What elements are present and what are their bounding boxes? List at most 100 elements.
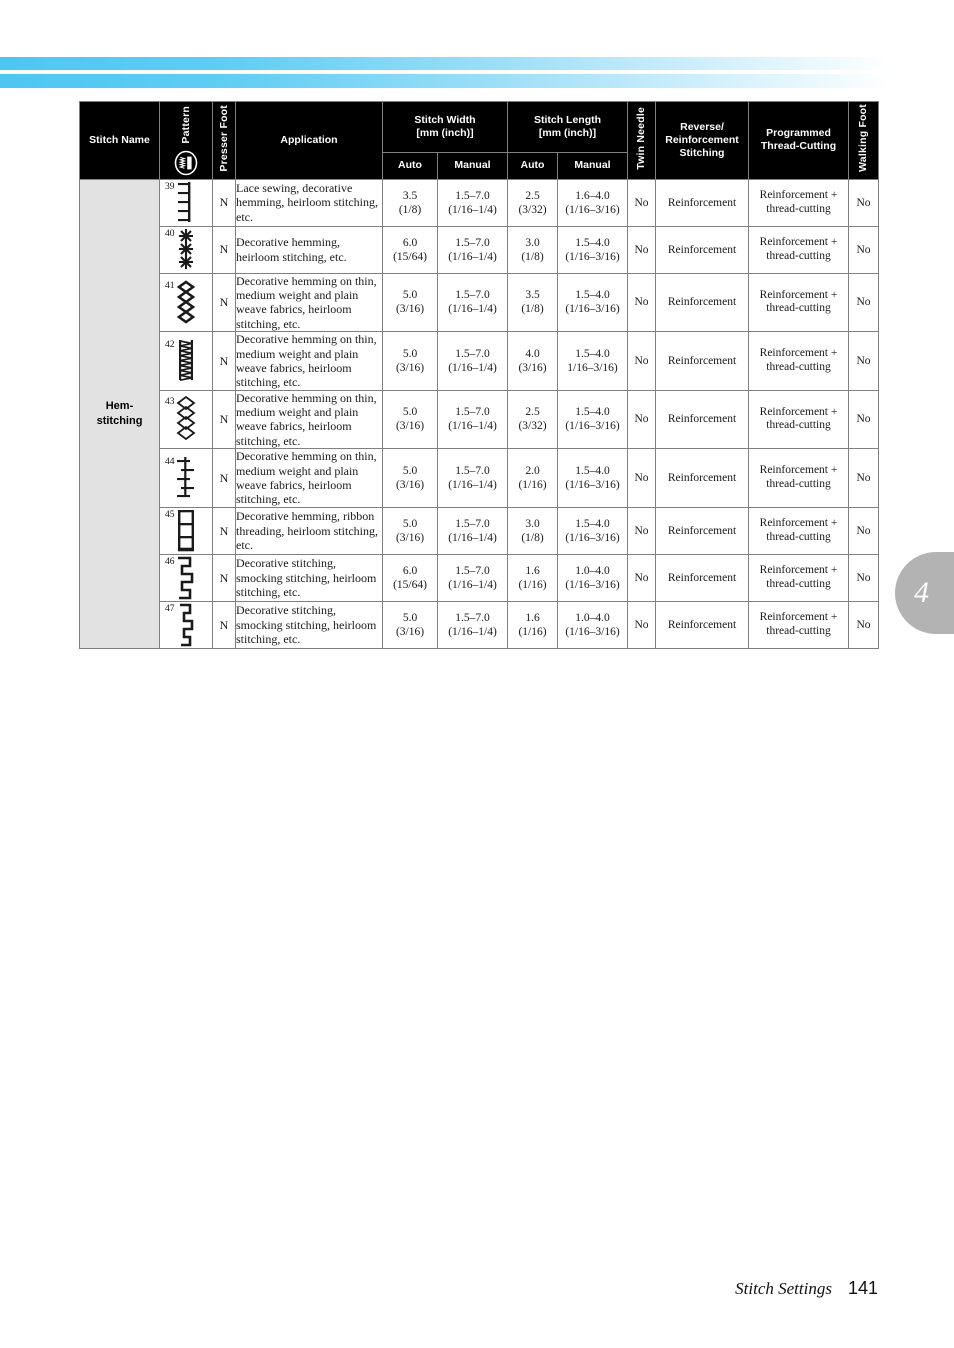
stitch-width-auto: 5.0 (3/16) [382, 448, 438, 508]
narrow-step-stitch-icon [175, 602, 197, 648]
twin-needle-value: No [627, 178, 657, 227]
stitch-group-name: Hem-stitching [79, 178, 160, 649]
col-header-width-manual: Manual [437, 152, 508, 180]
col-header-reverse-reinforcement: Reverse/ Reinforcement Stitching [655, 101, 750, 180]
stitch-width-manual: 1.5–7.0 (1/16–1/4) [437, 389, 508, 450]
length-auto-inch: (3/16) [518, 361, 547, 374]
length-manual-mm: 1.0–4.0 [575, 611, 610, 624]
programmed-line1: Reinforcement + [759, 188, 838, 201]
application-text: Decorative hemming, heirloom stitching, … [235, 225, 383, 274]
reverse-reinforcement-value: Reinforcement [655, 506, 750, 555]
length-auto-mm: 2.5 [525, 406, 540, 419]
table-row: 44 N Decorative hemming on thin, medium we… [80, 448, 880, 508]
col-header-stitch-length: Stitch Length [mm (inch)] [506, 100, 629, 154]
programmed-line2: thread-cutting [766, 624, 831, 637]
col-header-pattern-label: Pattern [179, 106, 192, 144]
presser-foot-value: N [212, 389, 236, 450]
stitch-group-name-line2: stitching [96, 414, 143, 427]
stitch-width-manual: 1.5–7.0 (1/16–1/4) [437, 178, 508, 227]
col-header-width-auto: Auto [382, 152, 438, 180]
length-manual-inch: (1/16–3/16) [565, 303, 620, 316]
twin-needle-value: No [627, 225, 657, 274]
application-text: Decorative stitching, smocking stitching… [235, 553, 383, 602]
width-manual-inch: (1/16–1/4) [448, 479, 497, 492]
ladder-stitch-icon [174, 508, 198, 554]
length-auto-inch: (3/32) [518, 420, 547, 433]
pattern-number: 45 [165, 509, 175, 520]
presser-foot-value: N [212, 225, 236, 274]
application-text: Decorative hemming on thin, medium weigh… [235, 331, 383, 391]
length-auto-mm: 3.5 [525, 289, 540, 302]
width-manual-mm: 1.5–7.0 [455, 564, 490, 577]
stitch-selector-icon [174, 150, 198, 175]
programmed-thread-cutting-value: Reinforcement + thread-cutting [748, 225, 850, 274]
stitch-length-manual: 1.5–4.0 (1/16–3/16) [556, 225, 629, 274]
stitch-width-auto: 5.0 (3/16) [382, 331, 438, 391]
cross-rung-stitch-icon [173, 455, 199, 501]
length-manual-inch: (1/16–3/16) [565, 578, 620, 591]
length-manual-mm: 1.5–4.0 [575, 289, 610, 302]
programmed-line2: thread-cutting [766, 360, 831, 373]
header-band-top-stripe [0, 57, 890, 70]
pattern-number: 44 [165, 457, 175, 468]
stitch-length-manual: 1.0–4.0 (1/16–3/16) [556, 600, 629, 649]
stitch-length-manual: 1.6–4.0 (1/16–3/16) [556, 178, 629, 227]
dense-zigzag-ladder-icon [174, 338, 198, 384]
length-manual-inch: (1/16–3/16) [565, 531, 620, 544]
twin-needle-value: No [627, 553, 657, 602]
header-decorative-band [0, 57, 890, 88]
footer-section-title: Stitch Settings [735, 1279, 832, 1298]
stitch-length-auto: 2.5 (3/32) [507, 389, 558, 450]
col-header-application: Application [235, 101, 383, 180]
width-manual-mm: 1.5–7.0 [455, 189, 490, 202]
programmed-line1: Programmed [766, 127, 831, 140]
length-auto-inch: (1/16) [518, 479, 547, 492]
length-auto-inch: (1/16) [518, 578, 547, 591]
walking-foot-value: No [848, 178, 880, 227]
length-auto-inch: (1/16) [518, 625, 547, 638]
stitch-length-manual: 1.5–4.0 1/16–3/16) [556, 331, 629, 391]
pattern-cell: 42 [159, 331, 213, 391]
stitch-settings-table-wrapper: Stitch Name Pattern Presser Foot Applica… [79, 100, 880, 649]
application-text: Decorative hemming on thin, medium weigh… [235, 272, 383, 333]
programmed-line2: thread-cutting [766, 302, 831, 315]
pattern-cell: 43 [159, 389, 213, 450]
stitch-width-manual: 1.5–7.0 (1/16–1/4) [437, 600, 508, 649]
length-manual-mm: 1.5–4.0 [575, 406, 610, 419]
programmed-line1: Reinforcement + [759, 347, 838, 360]
width-manual-mm: 1.5–7.0 [455, 347, 490, 360]
stitch-width-line1: Stitch Width [414, 114, 476, 127]
stitch-length-manual: 1.5–4.0 (1/16–3/16) [556, 448, 629, 508]
length-manual-inch: (1/16–3/16) [565, 625, 620, 638]
length-auto-mm: 1.6 [525, 611, 540, 624]
table-body: Hem-stitching 39 N Lace sewing, decorative … [79, 178, 880, 649]
stitch-length-auto: 3.0 (1/8) [507, 506, 558, 555]
length-auto-mm: 3.0 [525, 517, 540, 530]
length-manual-inch: (1/16–3/16) [565, 479, 620, 492]
stitch-width-auto: 6.0 (15/64) [382, 225, 438, 274]
width-manual-inch: (1/16–1/4) [448, 625, 497, 638]
length-manual-inch: 1/16–3/16) [567, 361, 618, 374]
stitch-width-manual: 1.5–7.0 (1/16–1/4) [437, 225, 508, 274]
walking-foot-value: No [848, 225, 880, 274]
footer-page-number: 141 [847, 1278, 878, 1298]
reverse-reinforcement-value: Reinforcement [655, 448, 750, 508]
table-row: 42 N Decorative hemming on thin, medium we… [80, 331, 880, 391]
twin-needle-value: No [627, 600, 657, 649]
length-auto-inch: (1/8) [521, 303, 544, 316]
twin-needle-value: No [627, 331, 657, 391]
twin-needle-value: No [627, 506, 657, 555]
stitch-width-manual: 1.5–7.0 (1/16–1/4) [437, 448, 508, 508]
presser-foot-value: N [212, 600, 236, 649]
stitch-length-auto: 1.6 (1/16) [507, 553, 558, 602]
table-row: 40 N Decorative hemming, heirloom stitchin… [80, 225, 880, 274]
presser-foot-value: N [212, 331, 236, 391]
reverse-reinforcement-value: Reinforcement [655, 178, 750, 227]
reverse-reinforcement-value: Reinforcement [655, 389, 750, 450]
programmed-line2: thread-cutting [766, 530, 831, 543]
table-row: 47 N Decorative stitching, smocking stitch… [80, 600, 880, 649]
page-footer: Stitch Settings 141 [0, 1278, 878, 1299]
length-auto-inch: (1/8) [521, 531, 544, 544]
application-text: Decorative hemming on thin, medium weigh… [235, 448, 383, 508]
programmed-thread-cutting-value: Reinforcement + thread-cutting [748, 331, 850, 391]
